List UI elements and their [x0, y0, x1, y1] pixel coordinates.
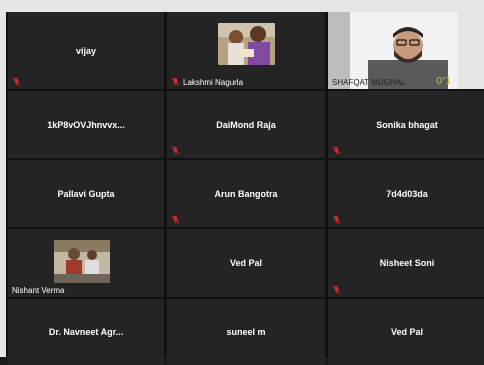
participant-name: DaiMond Raja: [216, 119, 276, 130]
participant-name: Arun Bangotra: [214, 188, 278, 199]
participant-tile-arun[interactable]: Arun Bangotra: [167, 160, 325, 227]
participant-name: 1kP8vOVJhnvvx...: [47, 119, 125, 130]
microphone-muted-icon: [332, 285, 341, 294]
participant-name: Pallavi Gupta: [57, 188, 115, 199]
participant-name: suneel m: [226, 327, 266, 337]
participant-name: Nishant Verma: [12, 286, 65, 295]
participant-tile-ved-pal-2[interactable]: Ved Pal: [328, 299, 484, 365]
participant-tile-vijay[interactable]: vijay: [8, 12, 164, 89]
svg-text:0'1: 0'1: [436, 76, 451, 87]
participant-name: Nisheet Soni: [379, 258, 435, 268]
participant-name: SHAFQAT MUGHAL: [332, 78, 406, 87]
participant-tile-suneel[interactable]: suneel m: [167, 299, 325, 365]
participant-tile-ved-pal[interactable]: Ved Pal: [167, 229, 325, 297]
participant-tile-nisheet[interactable]: Nisheet Soni: [328, 229, 484, 297]
participant-name: Ved Pal: [390, 327, 424, 337]
microphone-muted-icon: [171, 215, 180, 224]
participant-tile-shafqat[interactable]: 0'1 SHAFQAT MUGHAL: [328, 12, 484, 89]
participant-tile-lakshmi[interactable]: Lakshmi Nagurla: [167, 12, 325, 89]
participant-name: vijay: [75, 45, 97, 56]
gallery-view: vijay Lakshmi Nagurla 0'1 SHAFQAT MUGHAL…: [6, 12, 484, 365]
microphone-muted-icon: [171, 146, 180, 155]
participant-name: Ved Pal: [229, 258, 263, 268]
microphone-muted-icon: [332, 146, 341, 155]
participant-tile-pallavi[interactable]: Pallavi Gupta: [8, 160, 164, 227]
profile-photo: [218, 23, 275, 65]
participant-tile-7d4d03da[interactable]: 7d4d03da: [328, 160, 484, 227]
microphone-muted-icon: [12, 77, 21, 86]
profile-photo: [54, 240, 110, 283]
participant-name: Dr. Navneet Agr...: [48, 327, 124, 337]
participant-name: Sonika bhagat: [376, 119, 438, 130]
microphone-muted-icon: [171, 77, 180, 86]
participant-tile-sonika[interactable]: Sonika bhagat: [328, 91, 484, 158]
participant-name: 7d4d03da: [386, 188, 428, 199]
microphone-muted-icon: [332, 215, 341, 224]
participant-name: Lakshmi Nagurla: [183, 78, 244, 87]
participant-tile-1kp8[interactable]: 1kP8vOVJhnvvx...: [8, 91, 164, 158]
participant-tile-navneet[interactable]: Dr. Navneet Agr...: [8, 299, 164, 365]
participant-tile-daimond[interactable]: DaiMond Raja: [167, 91, 325, 158]
participant-tile-nishant[interactable]: Nishant Verma: [8, 229, 164, 297]
